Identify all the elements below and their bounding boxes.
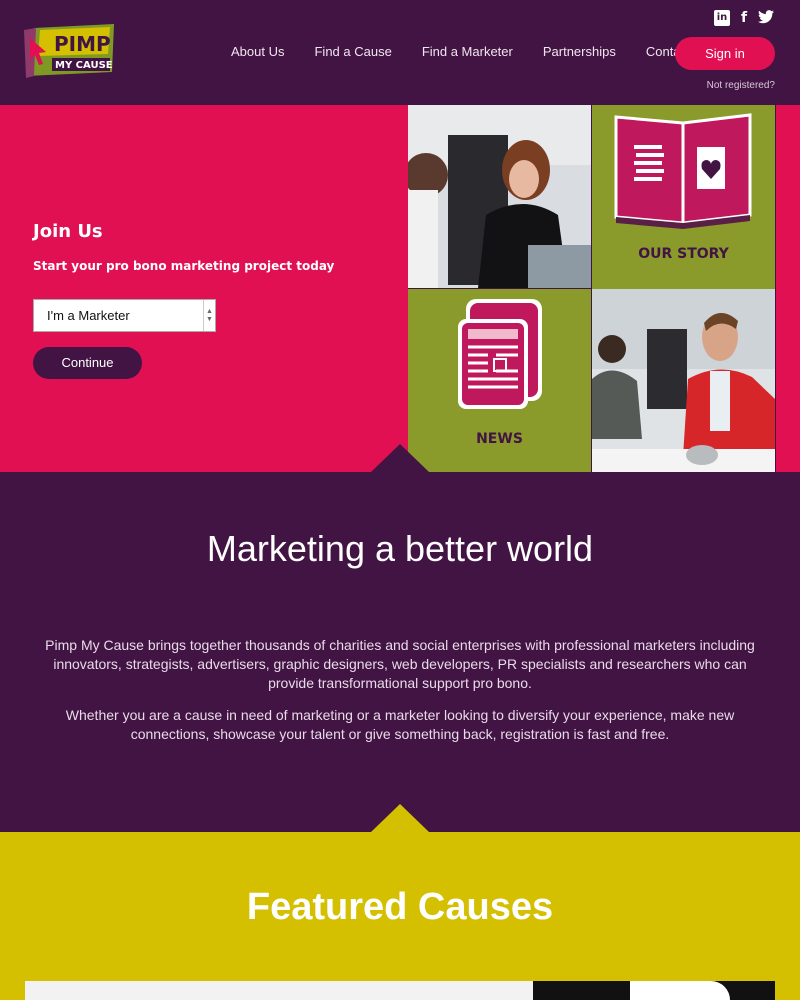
marketing-paragraph-2: Whether you are a cause in need of marke… bbox=[65, 707, 735, 742]
facebook-icon[interactable]: f bbox=[736, 10, 752, 26]
photo-tile-meeting[interactable] bbox=[408, 105, 591, 288]
section-notch bbox=[371, 444, 429, 472]
featured-notch bbox=[371, 804, 429, 832]
newspaper-icon bbox=[458, 299, 542, 409]
continue-button[interactable]: Continue bbox=[33, 347, 142, 379]
user-type-select[interactable]: I'm a Marketer ▲ ▼ bbox=[33, 299, 216, 332]
select-arrows-icon: ▲ ▼ bbox=[203, 300, 215, 331]
sign-in-button[interactable]: Sign in bbox=[675, 37, 775, 70]
our-story-tile[interactable]: OUR STORY bbox=[592, 105, 775, 289]
not-registered-link[interactable]: Not registered? bbox=[707, 80, 775, 91]
marketing-title: Marketing a better world bbox=[206, 528, 594, 569]
nav-partnerships[interactable]: Partnerships bbox=[543, 44, 616, 59]
featured-cause-card[interactable] bbox=[533, 981, 775, 1000]
nav-find-a-marketer[interactable]: Find a Marketer bbox=[422, 44, 513, 59]
hero-right-edge bbox=[776, 105, 800, 472]
news-tile[interactable]: NEWS bbox=[408, 289, 591, 472]
main-nav: About Us Find a Cause Find a Marketer Pa… bbox=[231, 44, 710, 59]
nav-find-a-cause[interactable]: Find a Cause bbox=[314, 44, 391, 59]
open-book-icon bbox=[614, 113, 752, 229]
featured-causes-title: Featured Causes bbox=[246, 886, 554, 928]
linkedin-icon[interactable]: in bbox=[714, 10, 730, 26]
social-links: in f bbox=[714, 10, 774, 26]
card-image-shape bbox=[630, 981, 730, 1000]
join-us-subtitle: Start your pro bono marketing project to… bbox=[33, 259, 335, 273]
twitter-icon[interactable] bbox=[758, 10, 774, 26]
our-story-label: OUR STORY bbox=[638, 246, 729, 262]
svg-text:MY CAUSE: MY CAUSE bbox=[55, 60, 113, 71]
join-us-panel bbox=[0, 105, 408, 472]
join-us-title: Join Us bbox=[33, 221, 103, 242]
pimp-my-cause-logo[interactable]: PIMP MY CAUSE bbox=[24, 24, 114, 80]
marketing-paragraph-1: Pimp My Cause brings together thousands … bbox=[45, 637, 755, 691]
user-type-selected-value: I'm a Marketer bbox=[47, 308, 130, 323]
photo-tile-discussion[interactable] bbox=[592, 289, 775, 472]
featured-cause-card[interactable] bbox=[25, 981, 533, 1000]
svg-text:PIMP: PIMP bbox=[54, 32, 111, 56]
site-header: PIMP MY CAUSE in f About Us Find a Cause… bbox=[0, 0, 800, 105]
nav-about-us[interactable]: About Us bbox=[231, 44, 284, 59]
news-label: NEWS bbox=[476, 431, 523, 447]
